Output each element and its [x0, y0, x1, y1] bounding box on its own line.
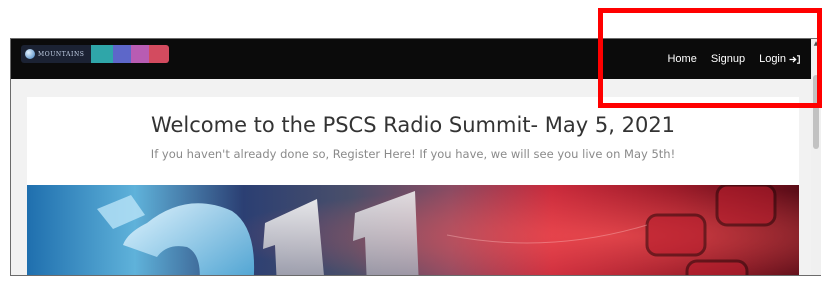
top-navbar: MOUNTAINS Home Signup Login [11, 39, 812, 79]
scroll-thumb[interactable] [813, 75, 819, 149]
logo-swatch [113, 45, 131, 63]
hero-artwork [27, 185, 799, 275]
page-subtitle: If you haven't already done so, Register… [150, 147, 676, 161]
hero-banner-image [27, 185, 799, 275]
logo-text: MOUNTAINS [38, 50, 85, 58]
logo-swatch [131, 45, 149, 63]
vertical-scrollbar[interactable]: ▲ [811, 39, 821, 275]
browser-viewport: MOUNTAINS Home Signup Login ▲ Welcome to… [10, 38, 821, 276]
nav-login-link[interactable]: Login [759, 53, 800, 65]
page-title: Welcome to the PSCS Radio Summit- May 5,… [150, 113, 676, 137]
sign-in-arrow-icon [789, 54, 800, 64]
logo-swatch [149, 45, 169, 63]
nav-links: Home Signup Login [667, 39, 800, 79]
nav-login-label: Login [759, 53, 786, 65]
nav-home-link[interactable]: Home [667, 53, 696, 65]
scroll-up-arrow-icon[interactable]: ▲ [811, 39, 821, 49]
logo-swatch [91, 45, 113, 63]
globe-icon [25, 49, 35, 59]
site-logo[interactable]: MOUNTAINS [21, 45, 169, 63]
nav-signup-link[interactable]: Signup [711, 53, 745, 65]
main-content-card: Welcome to the PSCS Radio Summit- May 5,… [27, 97, 799, 275]
logo-mark: MOUNTAINS [21, 45, 91, 63]
